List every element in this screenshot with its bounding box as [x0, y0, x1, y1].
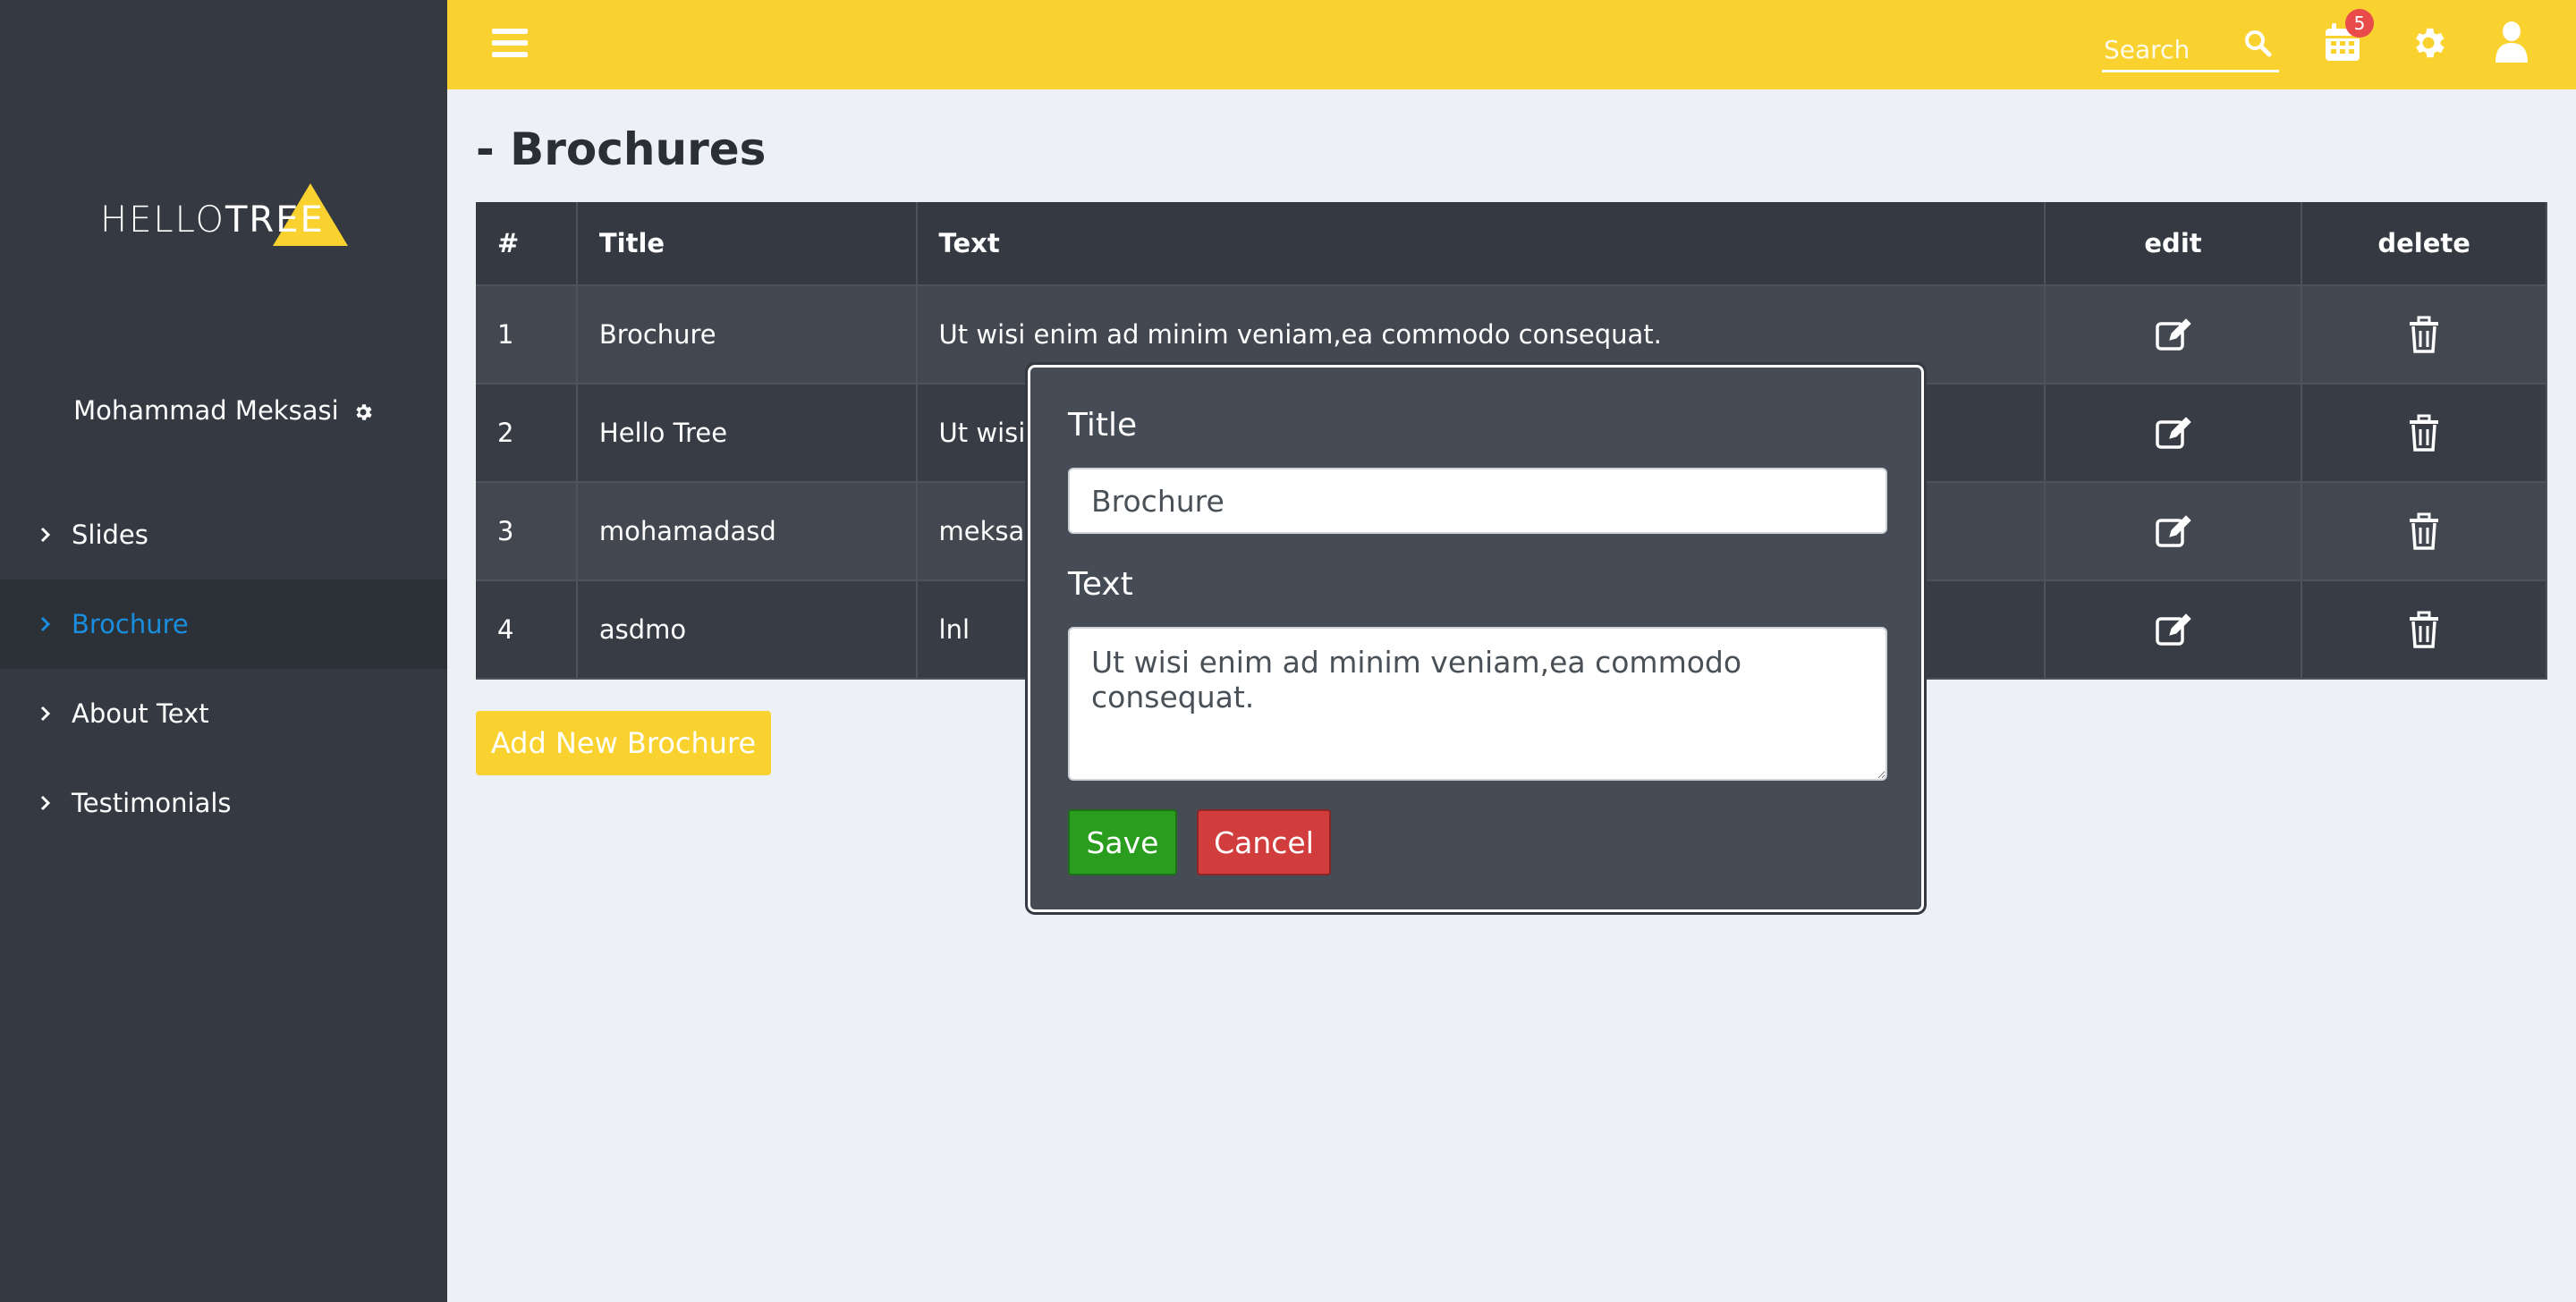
notification-badge: 5	[2345, 9, 2374, 38]
chevron-right-icon	[40, 795, 51, 811]
sidebar-item-label: About Text	[72, 698, 209, 729]
gear-icon[interactable]	[2409, 23, 2448, 63]
column-header-text: Text	[916, 202, 2046, 286]
edit-brochure-modal: Title Text Ut wisi enim ad minim veniam,…	[1025, 362, 1927, 915]
trash-icon[interactable]	[2404, 512, 2444, 551]
sidebar-item-label: Testimonials	[72, 788, 232, 818]
sidebar-item-brochure[interactable]: Brochure	[0, 579, 447, 669]
cell-title: Hello Tree	[576, 384, 918, 483]
chevron-right-icon	[40, 616, 51, 632]
cancel-button[interactable]: Cancel	[1197, 809, 1331, 875]
chevron-right-icon	[40, 706, 51, 722]
table-header-row: # Title Text edit delete	[476, 202, 2547, 286]
search-icon[interactable]	[2243, 29, 2272, 57]
edit-icon[interactable]	[2154, 413, 2193, 452]
cell-edit	[2044, 482, 2303, 581]
add-new-brochure-button[interactable]: Add New Brochure	[476, 711, 771, 775]
save-button[interactable]: Save	[1068, 809, 1177, 875]
trash-icon[interactable]	[2404, 610, 2444, 649]
cell-edit	[2044, 580, 2303, 680]
text-textarea[interactable]: Ut wisi enim ad minim veniam,ea commodo …	[1068, 627, 1887, 781]
hellotree-logo[interactable]: HELLOTREE	[100, 183, 351, 246]
cell-title: Brochure	[576, 285, 918, 385]
sidebar-item-slides[interactable]: Slides	[0, 490, 447, 579]
gear-icon[interactable]	[352, 402, 374, 423]
cell-delete	[2301, 580, 2547, 680]
menu-icon[interactable]	[492, 27, 528, 59]
cell-delete	[2301, 384, 2547, 483]
column-header-edit: edit	[2044, 202, 2303, 286]
cell-num: 2	[476, 384, 578, 483]
cell-num: 3	[476, 482, 578, 581]
user-profile: Mohammad Meksasi	[0, 395, 447, 426]
chevron-right-icon	[40, 527, 51, 543]
cell-num: 4	[476, 580, 578, 680]
edit-icon[interactable]	[2154, 315, 2193, 354]
sidebar-item-about-text[interactable]: About Text	[0, 669, 447, 758]
cell-edit	[2044, 384, 2303, 483]
edit-icon[interactable]	[2154, 610, 2193, 649]
column-header-title: Title	[576, 202, 918, 286]
sidebar-item-label: Brochure	[72, 609, 189, 639]
logo-text-light: HELLO	[100, 199, 225, 241]
cell-delete	[2301, 285, 2547, 385]
user-icon[interactable]	[2496, 21, 2528, 63]
text-label: Text	[1068, 566, 1133, 603]
column-header-num: #	[476, 202, 578, 286]
sidebar-item-testimonials[interactable]: Testimonials	[0, 758, 447, 848]
edit-icon[interactable]	[2154, 512, 2193, 551]
logo-text-bold: TREE	[225, 199, 325, 241]
sidebar-item-label: Slides	[72, 520, 148, 550]
cell-edit	[2044, 285, 2303, 385]
page-title: - Brochures	[476, 123, 767, 175]
trash-icon[interactable]	[2404, 413, 2444, 452]
trash-icon[interactable]	[2404, 315, 2444, 354]
sidebar-nav: Slides Brochure About Text Testimonials	[0, 490, 447, 848]
cell-num: 1	[476, 285, 578, 385]
column-header-delete: delete	[2301, 202, 2547, 286]
user-name: Mohammad Meksasi	[73, 395, 339, 426]
sidebar: HELLOTREE Mohammad Meksasi Slides Brochu…	[0, 0, 447, 1302]
title-label: Title	[1068, 407, 1138, 444]
cell-title: asdmo	[576, 580, 918, 680]
title-input[interactable]	[1068, 468, 1887, 534]
search-box	[2102, 25, 2279, 72]
cell-delete	[2301, 482, 2547, 581]
search-input[interactable]	[2102, 30, 2240, 68]
cell-title: mohamadasd	[576, 482, 918, 581]
